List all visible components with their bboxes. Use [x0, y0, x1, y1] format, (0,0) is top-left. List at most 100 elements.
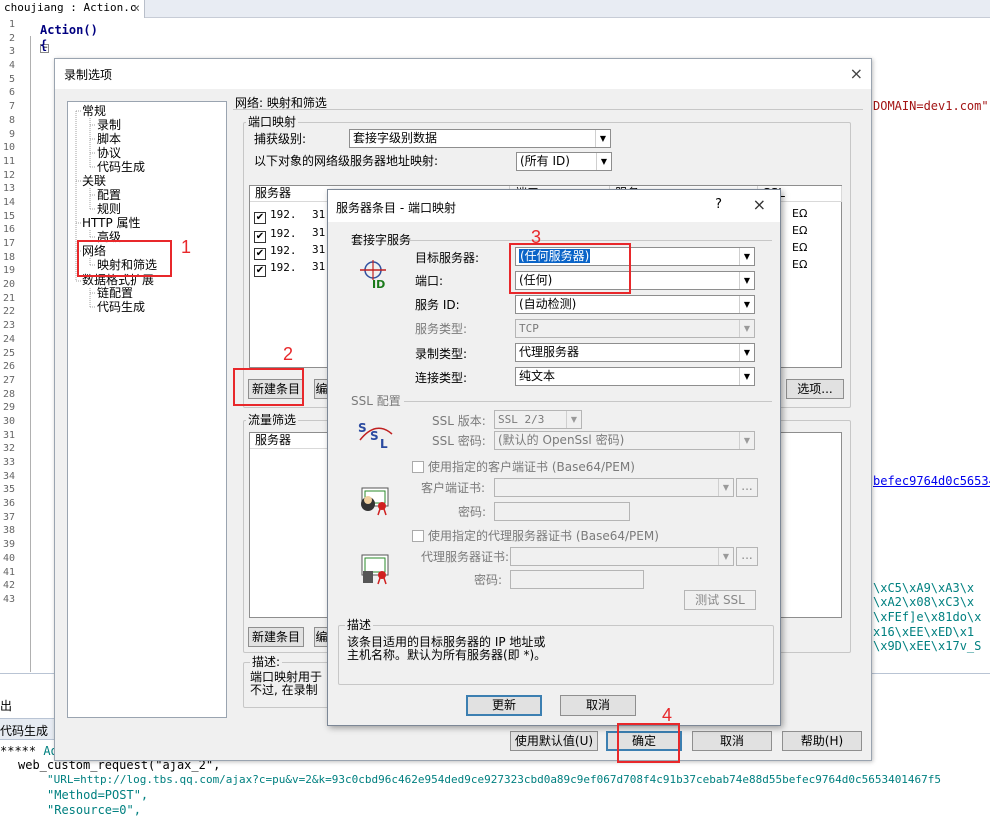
- ssl-version-select[interactable]: SSL 2/3 ▼: [494, 410, 582, 429]
- help-icon[interactable]: ?: [715, 197, 722, 212]
- record-type-label: 录制类型:: [415, 347, 468, 361]
- chevron-down-icon: ▼: [595, 130, 610, 147]
- close-icon[interactable]: ×: [133, 1, 140, 15]
- edit-button-2[interactable]: 编: [314, 627, 328, 647]
- update-button[interactable]: 更新: [466, 695, 542, 716]
- section-title: 网络: 映射和筛选: [235, 96, 327, 110]
- tree-item-codegen2[interactable]: 代码生成: [97, 300, 145, 314]
- server-entry-cancel-button[interactable]: 取消: [560, 695, 636, 716]
- close-icon[interactable]: ×: [850, 64, 863, 83]
- line-number: 18: [2, 251, 15, 263]
- code-fragment-42: \x9D\xEE\x17v_S: [873, 639, 982, 653]
- line-number: 13: [2, 183, 15, 195]
- table-row[interactable]: ✔ 192.: [254, 243, 297, 260]
- server-id-icon: ID: [360, 260, 386, 290]
- test-ssl-button[interactable]: 测试 SSL: [684, 590, 756, 610]
- tree-item-codegen[interactable]: 代码生成: [97, 160, 145, 174]
- ssl-cipher-select[interactable]: (默认的 OpenSsl 密码) ▼: [494, 431, 755, 450]
- line-number: 20: [2, 279, 15, 291]
- line-number: 29: [2, 402, 15, 414]
- line-number: 41: [2, 566, 15, 578]
- tree-item-recording[interactable]: 录制: [97, 118, 121, 132]
- line-number: 30: [2, 415, 15, 427]
- proxy-cert-select[interactable]: ▼: [510, 547, 734, 566]
- codegen-tab[interactable]: 代码生成: [0, 722, 48, 739]
- server-entry-description-line-1: 该条目适用的目标服务器的 IP 地址或: [347, 635, 546, 649]
- output-tab[interactable]: 出: [0, 697, 12, 714]
- row-ssl: EΩ: [792, 207, 808, 220]
- tree-item-chain-config[interactable]: 链配置: [97, 286, 133, 300]
- line-number: 36: [2, 498, 15, 510]
- row-ssl: EΩ: [792, 258, 808, 271]
- code-fragment-hash: befec9764d0c56534: [873, 474, 990, 488]
- line-number: 24: [2, 333, 15, 345]
- checkbox[interactable]: ✔: [254, 231, 266, 243]
- chevron-down-icon: ▼: [739, 320, 754, 337]
- client-password-input[interactable]: [494, 502, 630, 521]
- checkbox[interactable]: [412, 530, 424, 542]
- line-number: 35: [2, 484, 15, 496]
- annotation-box-4: [617, 723, 680, 763]
- annotation-box-2: [233, 368, 304, 406]
- output-line-3: "URL=http://log.tbs.qq.com/ajax?c=pu&v=2…: [47, 773, 942, 786]
- line-number: 37: [2, 511, 15, 523]
- record-type-select[interactable]: 代理服务器 ▼: [515, 343, 755, 362]
- list-header-server[interactable]: 服务器: [250, 433, 330, 449]
- section-divider: [233, 109, 863, 110]
- annotation-box-1: [77, 240, 172, 277]
- line-number: 38: [2, 525, 15, 537]
- client-cert-browse-button[interactable]: ...: [736, 478, 758, 497]
- service-type-select[interactable]: TCP ▼: [515, 319, 755, 338]
- tree-item-protocol[interactable]: 协议: [97, 146, 121, 160]
- use-default-button[interactable]: 使用默认值(U): [510, 731, 598, 751]
- edit-button[interactable]: 编: [314, 379, 328, 399]
- help-button[interactable]: 帮助(H): [782, 731, 862, 751]
- server-map-select[interactable]: (所有 ID) ▼: [516, 152, 612, 171]
- chevron-down-icon: ▼: [739, 344, 754, 361]
- table-row[interactable]: ✔ 192.: [254, 207, 297, 224]
- tree-item-rules[interactable]: 规则: [97, 202, 121, 216]
- checkbox[interactable]: ✔: [254, 248, 266, 260]
- editor-tab-bar: [0, 0, 990, 18]
- editor-tab-action-c[interactable]: choujiang : Action.c ×: [0, 0, 145, 18]
- cancel-button[interactable]: 取消: [692, 731, 772, 751]
- new-entry-button-2[interactable]: 新建条目: [248, 627, 304, 647]
- line-number: 12: [2, 169, 15, 181]
- connection-type-label: 连接类型:: [415, 371, 468, 385]
- table-row[interactable]: ✔ 192.: [254, 226, 297, 243]
- options-button[interactable]: 选项...: [786, 379, 844, 399]
- checkbox[interactable]: [412, 461, 424, 473]
- line-number: 16: [2, 224, 15, 236]
- use-client-cert-checkbox[interactable]: 使用指定的客户端证书 (Base64/PEM): [412, 460, 635, 474]
- client-cert-select[interactable]: ▼: [494, 478, 734, 497]
- line-number: 28: [2, 388, 15, 400]
- tree-item-correlation[interactable]: 关联: [82, 174, 106, 188]
- line-number: 34: [2, 470, 15, 482]
- tree-item-general[interactable]: 常规: [82, 104, 106, 118]
- line-number: 8: [8, 114, 15, 126]
- tree-item-script[interactable]: 脚本: [97, 132, 121, 146]
- checkbox[interactable]: ✔: [254, 212, 266, 224]
- tree-item-config[interactable]: 配置: [97, 188, 121, 202]
- record-options-title: 录制选项: [55, 59, 871, 89]
- table-row[interactable]: ✔ 192.: [254, 260, 297, 277]
- chevron-down-icon: ▼: [718, 479, 733, 496]
- tree-item-http-props[interactable]: HTTP 属性: [82, 216, 141, 230]
- capture-level-select[interactable]: 套接字级别数据 ▼: [349, 129, 611, 148]
- line-number: 15: [2, 210, 15, 222]
- output-line-1: ***** Ad: [0, 744, 58, 758]
- line-number: 32: [2, 443, 15, 455]
- use-proxy-cert-checkbox[interactable]: 使用指定的代理服务器证书 (Base64/PEM): [412, 529, 659, 543]
- code-fragment-39: \xA2\x08\xC3\x: [873, 595, 975, 609]
- proxy-password-input[interactable]: [510, 570, 644, 589]
- proxy-cert-browse-button[interactable]: ...: [736, 547, 758, 566]
- code-fragment-domain: DOMAIN=dev1.com"): [873, 99, 990, 113]
- proxy-certificate-icon: [361, 554, 389, 585]
- output-line-4: "Method=POST",: [47, 788, 149, 802]
- code-line-action: Action(): [40, 23, 98, 37]
- checkbox[interactable]: ✔: [254, 265, 266, 277]
- connection-type-select[interactable]: 纯文本 ▼: [515, 367, 755, 386]
- service-id-select[interactable]: (自动检测) ▼: [515, 295, 755, 314]
- close-icon[interactable]: ×: [753, 195, 766, 214]
- ssl-icon-s1: S: [358, 421, 367, 435]
